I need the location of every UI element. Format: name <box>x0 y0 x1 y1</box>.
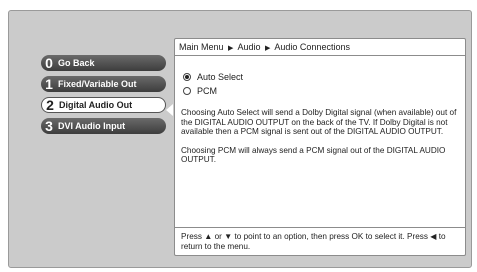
breadcrumb-item: Audio Connections <box>274 42 350 52</box>
option-label: Auto Select <box>197 72 244 82</box>
description-paragraph: Choosing Auto Select will send a Dolby D… <box>181 108 457 136</box>
option-label: PCM <box>197 86 217 96</box>
menu-item-label: DVI Audio Input <box>58 121 126 131</box>
radio-unchecked-icon[interactable] <box>183 87 191 95</box>
menu-item-go-back[interactable]: 0 Go Back <box>41 55 166 71</box>
content-panel: Main Menu ▶ Audio ▶ Audio Connections Au… <box>174 38 466 256</box>
option-pcm[interactable]: PCM <box>183 84 465 98</box>
breadcrumb-separator-icon: ▶ <box>228 45 234 52</box>
tv-menu-screen: 0 Go Back 1 Fixed/Variable Out 2 Digital… <box>8 10 472 268</box>
help-footer: Press ▲ or ▼ to point to an option, then… <box>175 227 465 255</box>
description: Choosing Auto Select will send a Dolby D… <box>181 108 457 165</box>
description-paragraph: Choosing PCM will always send a PCM sign… <box>181 145 446 165</box>
menu-item-number: 1 <box>45 76 53 92</box>
menu-item-number: 2 <box>46 97 54 113</box>
breadcrumb-separator-icon: ▶ <box>265 45 271 52</box>
menu-item-label: Fixed/Variable Out <box>58 79 137 89</box>
menu-item-label: Go Back <box>58 58 95 68</box>
radio-checked-icon[interactable] <box>183 73 191 81</box>
breadcrumb-item: Main Menu <box>179 42 224 52</box>
menu-item-number: 0 <box>45 55 53 71</box>
menu-item-fixed-variable-out[interactable]: 1 Fixed/Variable Out <box>41 76 166 92</box>
breadcrumb: Main Menu ▶ Audio ▶ Audio Connections <box>175 39 465 56</box>
option-group: Auto Select PCM <box>183 70 465 98</box>
active-item-pointer-icon <box>166 104 173 116</box>
side-menu: 0 Go Back 1 Fixed/Variable Out 2 Digital… <box>41 55 166 139</box>
breadcrumb-item: Audio <box>237 42 261 52</box>
menu-item-number: 3 <box>45 118 53 134</box>
menu-item-digital-audio-out[interactable]: 2 Digital Audio Out <box>41 97 166 113</box>
menu-item-dvi-audio-input[interactable]: 3 DVI Audio Input <box>41 118 166 134</box>
menu-item-label: Digital Audio Out <box>59 100 133 110</box>
option-auto-select[interactable]: Auto Select <box>183 70 465 84</box>
